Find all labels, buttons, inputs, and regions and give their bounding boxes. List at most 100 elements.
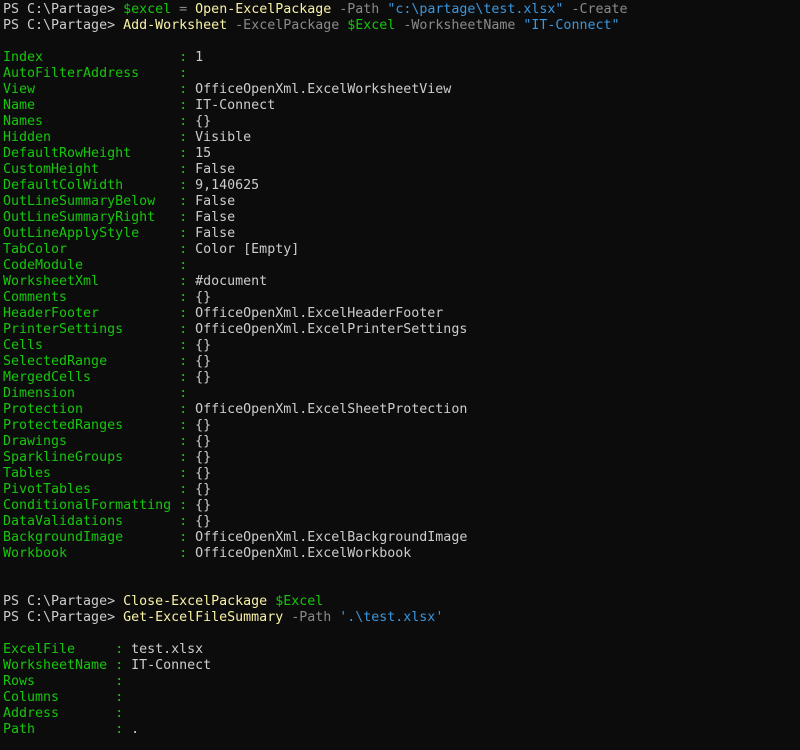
terminal-property-row: ProtectedRanges : {}	[3, 418, 800, 434]
property-name: WorksheetName :	[3, 658, 131, 673]
terminal-property-row: HeaderFooter : OfficeOpenXml.ExcelHeader…	[3, 306, 800, 322]
property-value: {}	[195, 114, 211, 129]
property-value: {}	[195, 482, 211, 497]
command-token: Close-ExcelPackage	[123, 594, 267, 609]
terminal-property-row: Dimension :	[3, 386, 800, 402]
property-value: OfficeOpenXml.ExcelWorksheetView	[195, 82, 451, 97]
terminal-property-row: Columns :	[3, 690, 800, 706]
string-token: '.\test.xlsx'	[339, 610, 443, 625]
property-name: ExcelFile :	[3, 642, 131, 657]
terminal-property-row: Name : IT-Connect	[3, 98, 800, 114]
terminal-property-row: DataValidations : {}	[3, 514, 800, 530]
variable-token: $excel	[123, 2, 171, 17]
property-name: CodeModule :	[3, 258, 195, 273]
property-name: HeaderFooter :	[3, 306, 195, 321]
property-value: #document	[195, 274, 267, 289]
property-name: WorksheetXml :	[3, 274, 195, 289]
property-value: False	[195, 162, 235, 177]
property-value: test.xlsx	[131, 642, 203, 657]
terminal-property-row: Workbook : OfficeOpenXml.ExcelWorkbook	[3, 546, 800, 562]
property-name: Comments :	[3, 290, 195, 305]
property-name: TabColor :	[3, 242, 195, 257]
terminal-property-row: OutLineApplyStyle : False	[3, 226, 800, 242]
string-token: "IT-Connect"	[523, 18, 619, 33]
terminal-property-row: ConditionalFormatting : {}	[3, 498, 800, 514]
terminal-window: PS C:\Partage> $excel = Open-ExcelPackag…	[0, 0, 800, 750]
property-value: .	[131, 722, 139, 737]
terminal-property-row: SparklineGroups : {}	[3, 450, 800, 466]
parameter-token: -ExcelPackage	[227, 18, 347, 33]
property-name: Protection :	[3, 402, 195, 417]
terminal-property-row: Protection : OfficeOpenXml.ExcelSheetPro…	[3, 402, 800, 418]
property-name: DataValidations :	[3, 514, 195, 529]
property-value: {}	[195, 514, 211, 529]
property-name: SelectedRange :	[3, 354, 195, 369]
terminal-property-row: Tables : {}	[3, 466, 800, 482]
terminal-property-row: SelectedRange : {}	[3, 354, 800, 370]
terminal-property-row: Drawings : {}	[3, 434, 800, 450]
property-value: Color [Empty]	[195, 242, 299, 257]
terminal-property-row: AutoFilterAddress :	[3, 66, 800, 82]
property-value: {}	[195, 418, 211, 433]
terminal-command-line: PS C:\Partage> Close-ExcelPackage $Excel	[3, 594, 800, 610]
property-name: AutoFilterAddress :	[3, 66, 195, 81]
property-value: IT-Connect	[131, 658, 211, 673]
property-name: PrinterSettings :	[3, 322, 195, 337]
property-name: MergedCells :	[3, 370, 195, 385]
property-name: DefaultRowHeight :	[3, 146, 195, 161]
terminal-property-row: CodeModule :	[3, 258, 800, 274]
command-token: Get-ExcelFileSummary	[123, 610, 283, 625]
terminal-screen[interactable]: PS C:\Partage> $excel = Open-ExcelPackag…	[0, 0, 800, 738]
property-value: {}	[195, 434, 211, 449]
property-value: {}	[195, 450, 211, 465]
property-name: Columns :	[3, 690, 131, 705]
terminal-property-row: PivotTables : {}	[3, 482, 800, 498]
property-name: Tables :	[3, 466, 195, 481]
command-token: Add-Worksheet	[123, 18, 227, 33]
property-name: OutLineSummaryRight :	[3, 210, 195, 225]
terminal-property-row: Path : .	[3, 722, 800, 738]
property-value: Visible	[195, 130, 251, 145]
property-name: Name :	[3, 98, 195, 113]
terminal-property-row: ExcelFile : test.xlsx	[3, 642, 800, 658]
property-value: {}	[195, 466, 211, 481]
terminal-property-row: OutLineSummaryRight : False	[3, 210, 800, 226]
property-value: {}	[195, 290, 211, 305]
terminal-property-row: DefaultColWidth : 9,140625	[3, 178, 800, 194]
property-name: OutLineApplyStyle :	[3, 226, 195, 241]
property-name: Hidden :	[3, 130, 195, 145]
terminal-property-row: OutLineSummaryBelow : False	[3, 194, 800, 210]
property-name: Names :	[3, 114, 195, 129]
property-name: ConditionalFormatting :	[3, 498, 195, 513]
terminal-property-row: DefaultRowHeight : 15	[3, 146, 800, 162]
property-value: OfficeOpenXml.ExcelHeaderFooter	[195, 306, 443, 321]
terminal-blank-line	[3, 626, 800, 642]
property-value: 1	[195, 50, 203, 65]
terminal-command-line: PS C:\Partage> Add-Worksheet -ExcelPacka…	[3, 18, 800, 34]
property-value: 15	[195, 146, 211, 161]
terminal-property-row: Address :	[3, 706, 800, 722]
property-value: OfficeOpenXml.ExcelPrinterSettings	[195, 322, 467, 337]
parameter-token: -WorksheetName	[395, 18, 523, 33]
property-name: View :	[3, 82, 195, 97]
property-name: Workbook :	[3, 546, 195, 561]
property-value: OfficeOpenXml.ExcelSheetProtection	[195, 402, 467, 417]
parameter-token: -Create	[563, 2, 627, 17]
property-value: {}	[195, 370, 211, 385]
property-name: SparklineGroups :	[3, 450, 195, 465]
property-value: {}	[195, 338, 211, 353]
terminal-property-row: Rows :	[3, 674, 800, 690]
property-name: Drawings :	[3, 434, 195, 449]
prompt-token: PS C:\Partage>	[3, 594, 123, 609]
property-value: {}	[195, 498, 211, 513]
terminal-blank-line	[3, 578, 800, 594]
command-token: Open-ExcelPackage	[195, 2, 331, 17]
property-name: Dimension :	[3, 386, 195, 401]
terminal-property-row: Cells : {}	[3, 338, 800, 354]
terminal-property-row: Comments : {}	[3, 290, 800, 306]
prompt-token: PS C:\Partage>	[3, 18, 123, 33]
property-name: DefaultColWidth :	[3, 178, 195, 193]
parameter-token: =	[171, 2, 195, 17]
terminal-property-row: BackgroundImage : OfficeOpenXml.ExcelBac…	[3, 530, 800, 546]
property-name: Path :	[3, 722, 131, 737]
